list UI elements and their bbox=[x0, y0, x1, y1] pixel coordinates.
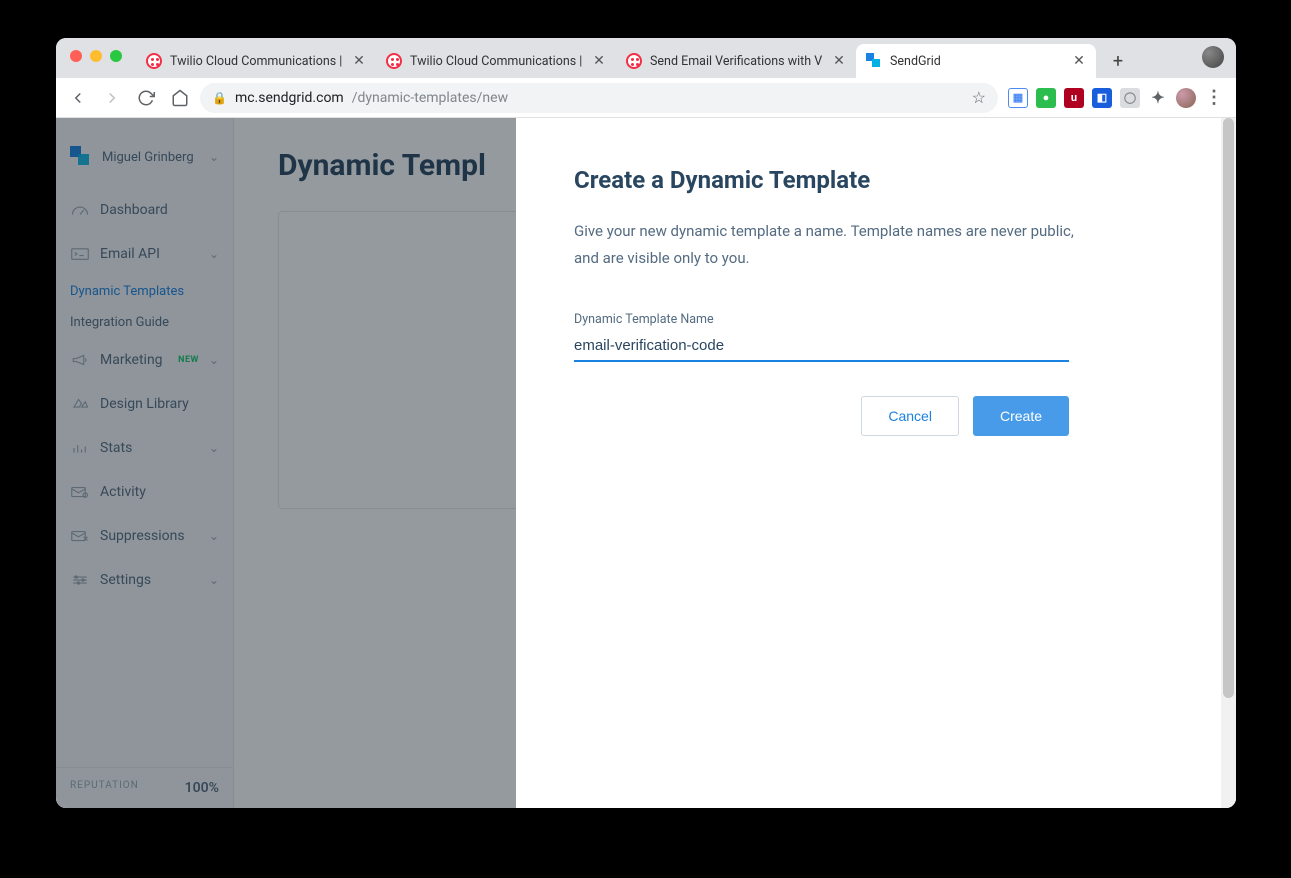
back-button[interactable] bbox=[64, 84, 92, 112]
twilio-icon bbox=[386, 53, 402, 69]
toolbar: 🔒 mc.sendgrid.com/dynamic-templates/new … bbox=[56, 78, 1236, 118]
close-tab-icon[interactable]: ✕ bbox=[1072, 54, 1086, 68]
close-window-button[interactable] bbox=[70, 50, 82, 62]
template-name-label: Dynamic Template Name bbox=[574, 312, 1178, 327]
bookmark-icon[interactable]: ☆ bbox=[972, 88, 986, 107]
tab-title: SendGrid bbox=[890, 54, 1064, 69]
sendgrid-icon bbox=[866, 53, 882, 69]
forward-button[interactable] bbox=[98, 84, 126, 112]
tab-title: Twilio Cloud Communications | bbox=[170, 54, 344, 69]
extension-ublock-icon[interactable]: u bbox=[1064, 88, 1084, 108]
extensions-menu-icon[interactable]: ✦ bbox=[1148, 88, 1168, 108]
maximize-window-button[interactable] bbox=[110, 50, 122, 62]
extension-icon[interactable]: ▦ bbox=[1008, 88, 1028, 108]
url-path: /dynamic-templates/new bbox=[352, 90, 508, 106]
twilio-icon bbox=[626, 53, 642, 69]
close-tab-icon[interactable]: ✕ bbox=[832, 54, 846, 68]
home-button[interactable] bbox=[166, 84, 194, 112]
new-tab-button[interactable]: + bbox=[1104, 47, 1132, 75]
panel-description: Give your new dynamic template a name. T… bbox=[574, 218, 1094, 272]
tab-strip: Twilio Cloud Communications | ✕ Twilio C… bbox=[56, 38, 1236, 78]
extension-icon[interactable]: ◯ bbox=[1120, 88, 1140, 108]
lock-icon: 🔒 bbox=[212, 91, 227, 105]
tab-twilio-2[interactable]: Twilio Cloud Communications | ✕ bbox=[376, 44, 616, 78]
template-name-input[interactable] bbox=[574, 333, 1069, 362]
panel-title: Create a Dynamic Template bbox=[574, 166, 1178, 194]
tab-twilio-3[interactable]: Send Email Verifications with V ✕ bbox=[616, 44, 856, 78]
address-bar[interactable]: 🔒 mc.sendgrid.com/dynamic-templates/new … bbox=[200, 83, 998, 113]
tab-title: Send Email Verifications with V bbox=[650, 54, 824, 69]
panel-actions: Cancel Create bbox=[574, 396, 1069, 436]
browser-window: Twilio Cloud Communications | ✕ Twilio C… bbox=[56, 38, 1236, 808]
extension-icon[interactable]: ● bbox=[1036, 88, 1056, 108]
window-controls bbox=[70, 50, 122, 62]
close-tab-icon[interactable]: ✕ bbox=[592, 54, 606, 68]
profile-avatar[interactable] bbox=[1202, 46, 1224, 68]
extensions: ▦ ● u ◧ ◯ ✦ ⋮ bbox=[1004, 88, 1228, 108]
user-avatar-icon[interactable] bbox=[1176, 88, 1196, 108]
url-host: mc.sendgrid.com bbox=[235, 90, 344, 106]
cancel-button[interactable]: Cancel bbox=[861, 396, 959, 436]
viewport: Miguel Grinberg ⌄ Dashboard Email API ⌄ … bbox=[56, 118, 1236, 808]
tabs: Twilio Cloud Communications | ✕ Twilio C… bbox=[136, 44, 1236, 78]
reload-button[interactable] bbox=[132, 84, 160, 112]
extension-bitwarden-icon[interactable]: ◧ bbox=[1092, 88, 1112, 108]
close-tab-icon[interactable]: ✕ bbox=[352, 54, 366, 68]
twilio-icon bbox=[146, 53, 162, 69]
create-template-panel: Create a Dynamic Template Give your new … bbox=[516, 118, 1236, 808]
minimize-window-button[interactable] bbox=[90, 50, 102, 62]
vertical-scrollbar[interactable] bbox=[1221, 118, 1236, 808]
create-button[interactable]: Create bbox=[973, 396, 1069, 436]
tab-twilio-1[interactable]: Twilio Cloud Communications | ✕ bbox=[136, 44, 376, 78]
tab-title: Twilio Cloud Communications | bbox=[410, 54, 584, 69]
scrollbar-thumb[interactable] bbox=[1223, 118, 1234, 698]
kebab-menu-icon[interactable]: ⋮ bbox=[1204, 88, 1224, 108]
tab-sendgrid[interactable]: SendGrid ✕ bbox=[856, 44, 1096, 78]
